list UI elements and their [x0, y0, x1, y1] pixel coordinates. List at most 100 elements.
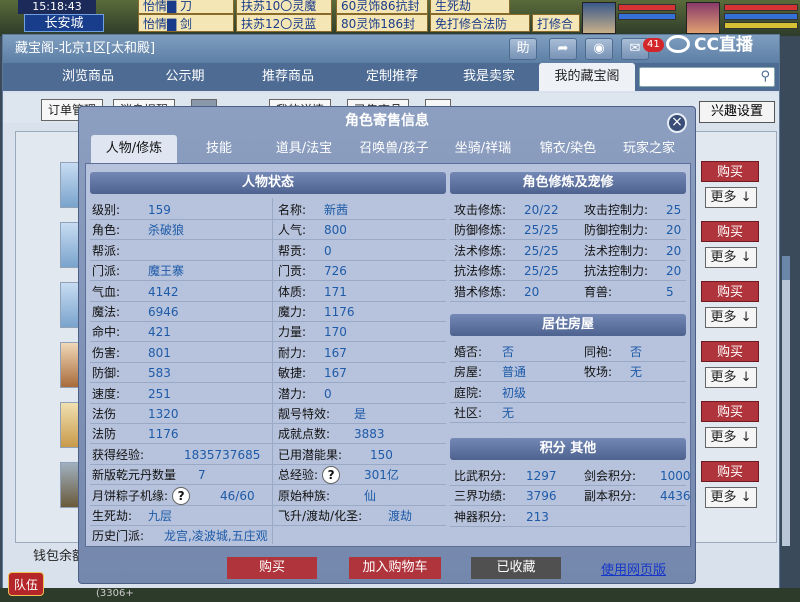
tab-browse[interactable]: 浏览商品: [43, 63, 133, 91]
game-clock: 15:18:43: [18, 0, 96, 14]
cc-brand-text: CC直播: [694, 35, 753, 55]
stat-value: 4142: [148, 284, 179, 299]
tab-my-pavilion[interactable]: 我的藏宝阁: [539, 63, 635, 91]
tab-character[interactable]: 人物/修炼: [91, 135, 177, 163]
tab-seller[interactable]: 我是卖家: [449, 63, 529, 91]
stat-value: 是: [354, 407, 367, 421]
stat-label: 副本积分:: [584, 489, 637, 504]
pet-avatar[interactable]: [582, 2, 616, 34]
divider: [90, 341, 446, 343]
row-more-button[interactable]: 更多 ↓: [705, 367, 757, 388]
stat-value: 159: [148, 203, 171, 217]
divider: [90, 300, 446, 302]
tab-outfits[interactable]: 锦衣/染色: [527, 135, 609, 163]
chat-line: 扶苏12〇灵蓝: [236, 14, 332, 32]
bottom-code: (3306+: [96, 588, 134, 599]
stat-row: 名称: 新茜: [278, 200, 348, 220]
stat-label: 耐力:: [278, 345, 307, 360]
divider: [450, 401, 686, 403]
stat-value: 421: [148, 325, 171, 340]
stat-value: 1176: [324, 305, 355, 319]
row-buy-button[interactable]: 购买: [701, 161, 759, 182]
tab-public[interactable]: 公示期: [145, 63, 225, 91]
tab-recommend[interactable]: 推荐商品: [243, 63, 333, 91]
divider: [450, 300, 686, 302]
use-web-version-link[interactable]: 使用网页版: [601, 559, 666, 578]
add-to-cart-button[interactable]: 加入购物车: [349, 557, 441, 579]
pet-hp-bar: [618, 4, 676, 11]
stat-value: 九层: [148, 509, 173, 523]
stat-value: 170: [324, 325, 347, 340]
help-question-icon[interactable]: ?: [172, 486, 191, 505]
help-button[interactable]: 助: [509, 38, 537, 60]
stat-row: 婚否: 否: [454, 342, 514, 362]
divider: [450, 525, 686, 527]
help-question-icon[interactable]: ?: [322, 466, 341, 485]
row-buy-button[interactable]: 购买: [701, 461, 759, 482]
stat-row: 法术控制力: 20: [584, 241, 681, 261]
cc-live-watermark: CC直播: [666, 30, 753, 55]
stat-value: 726: [324, 264, 347, 279]
search-input[interactable]: ⚲: [639, 67, 775, 87]
stat-label: 门贡:: [278, 264, 307, 279]
stat-row: 同袍: 否: [584, 342, 642, 362]
search-icon[interactable]: ⚲: [760, 69, 770, 84]
stat-row: 牧场: 无: [584, 362, 642, 382]
stat-value: 1000: [660, 469, 691, 483]
stat-row: 门贡: 726: [278, 261, 347, 281]
stat-label: 攻击控制力:: [584, 203, 649, 217]
team-button[interactable]: 队伍: [8, 572, 44, 596]
row-more-button[interactable]: 更多 ↓: [705, 427, 757, 448]
stat-label: 门派:: [92, 264, 121, 279]
player-sp-bar: [724, 22, 798, 29]
stat-label: 原始种族:: [278, 488, 331, 503]
row-more-button[interactable]: 更多 ↓: [705, 247, 757, 268]
tab-pets[interactable]: 召唤兽/孩子: [349, 135, 439, 163]
stat-value: 无: [630, 365, 643, 380]
favorited-button[interactable]: 已收藏: [471, 557, 561, 579]
stat-row: 法术修炼: 25/25: [454, 241, 559, 261]
role-consign-dialog: 角色寄售信息 × 人物/修炼 技能 道具/法宝 召唤兽/孩子 坐骑/祥瑞 锦衣/…: [78, 106, 696, 584]
stat-value: 否: [502, 345, 515, 359]
stat-row: 比武积分: 1297: [454, 466, 557, 486]
stat-row: 攻击控制力: 25: [584, 200, 681, 220]
tab-player-home[interactable]: 玩家之家: [613, 135, 685, 163]
stat-row: 人气: 800: [278, 220, 347, 240]
stat-row: 抗法控制力: 20: [584, 261, 681, 281]
divider: [90, 219, 446, 220]
stat-row: 级别: 159: [92, 200, 171, 220]
buy-button[interactable]: 购买: [227, 557, 317, 579]
stat-label: 伤害:: [92, 345, 121, 360]
row-more-button[interactable]: 更多 ↓: [705, 307, 757, 328]
stat-value: 1320: [148, 407, 179, 421]
tab-items[interactable]: 道具/法宝: [263, 135, 345, 163]
stat-row: 育兽: 5: [584, 282, 674, 302]
row-buy-button[interactable]: 购买: [701, 401, 759, 422]
row-more-button[interactable]: 更多 ↓: [705, 487, 757, 508]
list-scrollbar[interactable]: [782, 256, 790, 546]
tab-custom[interactable]: 定制推荐: [347, 63, 437, 91]
stat-label: 剑会积分:: [584, 469, 637, 483]
stat-label: 婚否:: [454, 345, 483, 359]
tab-mounts[interactable]: 坐骑/祥瑞: [441, 135, 525, 163]
close-icon[interactable]: ×: [667, 113, 687, 133]
share-icon[interactable]: ➦: [549, 38, 577, 60]
row-buy-button[interactable]: 购买: [701, 221, 759, 242]
row-buy-button[interactable]: 购买: [701, 341, 759, 362]
stat-label: 神器积分:: [454, 509, 507, 524]
divider: [450, 381, 686, 383]
stat-row: 敏捷: 167: [278, 363, 347, 383]
stat-value: 25: [666, 203, 682, 217]
stat-value: 0: [324, 386, 332, 401]
record-icon[interactable]: ◉: [585, 38, 613, 60]
divider: [90, 382, 446, 384]
row-buy-button[interactable]: 购买: [701, 281, 759, 302]
stat-value: 3796: [526, 489, 557, 504]
interest-settings-button[interactable]: 兴趣设置: [699, 101, 775, 123]
scroll-thumb[interactable]: [782, 256, 790, 280]
row-more-button[interactable]: 更多 ↓: [705, 187, 757, 208]
main-nav: 浏览商品 公示期 推荐商品 定制推荐 我是卖家 我的藏宝阁 ⚲: [3, 63, 779, 91]
stat-label: 帮贡:: [278, 243, 307, 258]
stat-value: 46/60: [220, 488, 255, 503]
tab-skills[interactable]: 技能: [183, 135, 255, 163]
